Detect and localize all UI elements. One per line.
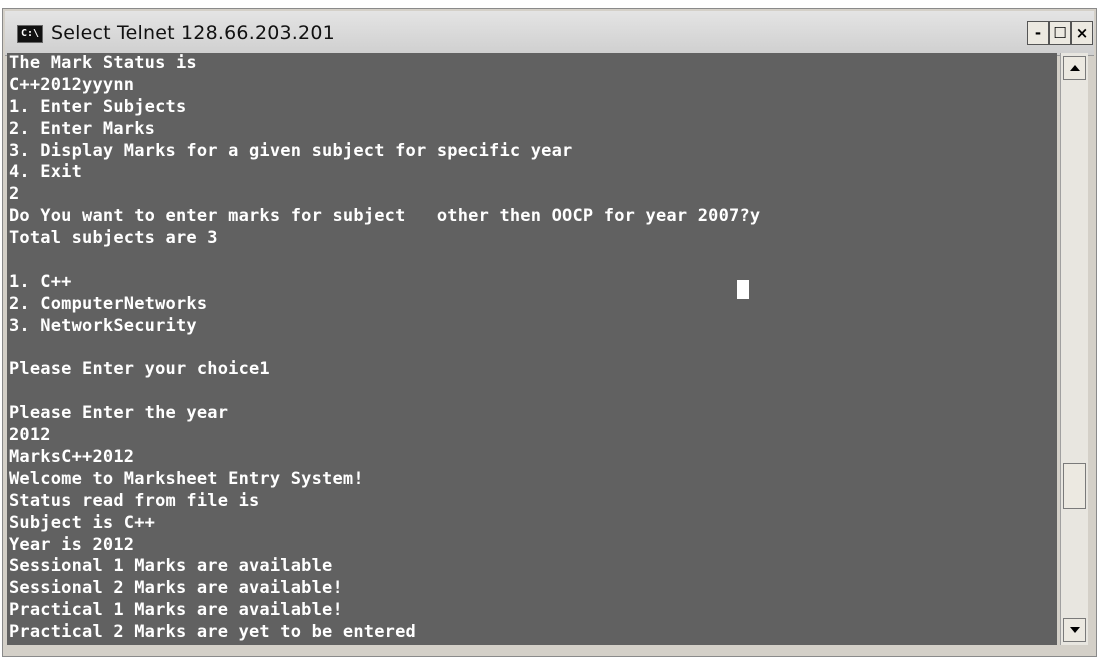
console-line: 3. NetworkSecurity [9, 315, 197, 336]
console-line: Sessional 2 Marks are available! [9, 578, 343, 599]
console-line: 2. Enter Marks [9, 118, 156, 139]
console-output[interactable]: The Mark Status is C++2012yyynn 1. Enter… [7, 53, 1057, 645]
vertical-scrollbar[interactable] [1060, 53, 1088, 645]
console-line: Do You want to enter marks for subject o… [9, 206, 761, 227]
console-line: 2. ComputerNetworks [9, 293, 208, 314]
console-line: 1. C++ [9, 271, 72, 292]
maximize-button[interactable]: ☐ [1049, 21, 1071, 45]
console-line: C++2012yyynn [9, 74, 135, 95]
title-bar[interactable]: C:\ Select Telnet 128.66.203.201 - ☐ × [5, 11, 1094, 56]
console-line: Total subjects are 3 [9, 228, 218, 249]
scroll-up-button[interactable] [1063, 56, 1086, 80]
console-line: Practical 2 Marks are yet to be entered [9, 622, 416, 643]
console-line: Please Enter your choice1 [9, 359, 270, 380]
console-line: Welcome to Marksheet Entry System! [9, 468, 364, 489]
console-line: Status read from file is [9, 490, 260, 511]
console-line: 4. Exit [9, 162, 83, 183]
console-icon[interactable]: C:\ [17, 25, 43, 43]
console-line: Sessional 1 Marks are available [9, 556, 333, 577]
close-button[interactable]: × [1071, 21, 1093, 45]
console-line: Practical 1 Marks are available! [9, 600, 343, 621]
console-line: 1. Enter Subjects [9, 96, 187, 117]
arrow-down-icon [1070, 627, 1080, 633]
scrollbar-thumb[interactable] [1063, 463, 1086, 509]
window-title: Select Telnet 128.66.203.201 [51, 22, 335, 44]
console-line: The Mark Status is [9, 53, 197, 73]
console-line: Please Enter the year [9, 403, 229, 424]
console-line: 3. Display Marks for a given subject for… [9, 140, 573, 161]
console-line: 2012 [9, 425, 51, 446]
console-line: MarksC++2012 [9, 447, 135, 468]
console-line: 2 [9, 184, 20, 205]
scroll-down-button[interactable] [1063, 618, 1086, 642]
minimize-button[interactable]: - [1027, 21, 1049, 45]
text-cursor [737, 280, 749, 299]
arrow-up-icon [1070, 65, 1080, 71]
console-line: Subject is C++ [9, 512, 156, 533]
console-line: Year is 2012 [9, 534, 135, 555]
